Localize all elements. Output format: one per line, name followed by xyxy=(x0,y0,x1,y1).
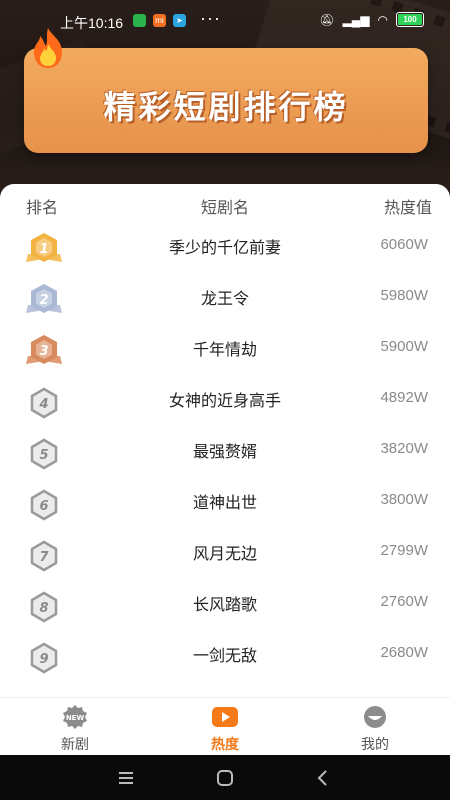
tab-mine-label: 我的 xyxy=(361,736,389,752)
mi-icon: mi xyxy=(153,14,166,27)
banner-title: 精彩短剧排行榜 xyxy=(103,89,349,125)
heat-value: 6060W xyxy=(380,236,428,253)
ranking-list-panel: 排名 短剧名 热度值 1 季少的千亿前妻 6060W 2 龙王令 5980W 3 千年情劫 59… xyxy=(0,184,450,697)
table-row[interactable]: 3 千年情劫 5900W xyxy=(0,326,450,376)
table-row[interactable]: 1 季少的千亿前妻 6060W xyxy=(0,224,450,274)
flame-icon xyxy=(34,28,62,68)
tab-new-label: 新剧 xyxy=(61,736,89,752)
table-row[interactable]: 9 一剑无敌 2680W xyxy=(0,632,450,682)
play-icon xyxy=(212,707,238,727)
system-navigation-bar xyxy=(0,755,450,800)
tab-mine[interactable]: 我的 xyxy=(315,698,435,756)
bottom-tab-bar: NEW 新剧 热度 我的 xyxy=(0,697,450,756)
signal-icon: ▂▄▆ xyxy=(342,12,370,27)
mute-icon: 🔕︎ xyxy=(319,12,335,27)
heat-value: 2799W xyxy=(380,542,428,559)
wifi-icon: ◠ xyxy=(377,12,388,27)
table-row[interactable]: 7 风月无边 2799W xyxy=(0,530,450,580)
heat-value: 3820W xyxy=(380,440,428,457)
table-row[interactable]: 2 龙王令 5980W xyxy=(0,275,450,325)
table-row[interactable]: 4 女神的近身高手 4892W xyxy=(0,377,450,427)
battery-level: 100 xyxy=(398,14,422,25)
header-heat: 热度值 xyxy=(383,200,432,217)
tab-heat-label: 热度 xyxy=(211,736,239,752)
back-icon[interactable] xyxy=(310,765,336,791)
table-row[interactable]: 5 最强赘婿 3820W xyxy=(0,428,450,478)
heat-value: 4892W xyxy=(380,389,428,406)
heat-value: 2680W xyxy=(380,644,428,661)
header: 上午10:16 mi ➤ ··· 🔕︎ ▂▄▆ ◠ 100 精彩短剧排行榜 xyxy=(0,0,450,200)
table-row[interactable]: 6 道神出世 3800W xyxy=(0,479,450,529)
heat-value: 2760W xyxy=(380,593,428,610)
telegram-icon: ➤ xyxy=(173,14,186,27)
more-notifications-icon: ··· xyxy=(200,8,221,28)
profile-icon xyxy=(364,706,386,728)
table-header: 排名 短剧名 热度值 xyxy=(0,194,450,218)
heat-value: 3800W xyxy=(380,491,428,508)
battery-icon: 100 xyxy=(396,12,424,27)
messages-icon xyxy=(133,14,146,27)
ranking-banner: 精彩短剧排行榜 xyxy=(24,48,428,153)
status-indicators: 🔕︎ ▂▄▆ ◠ 100 xyxy=(319,12,424,27)
heat-value: 5980W xyxy=(380,287,428,304)
heat-value: 5900W xyxy=(380,338,428,355)
header-drama-name: 短剧名 xyxy=(200,200,249,217)
home-icon[interactable] xyxy=(212,765,238,791)
svg-text:NEW: NEW xyxy=(66,714,85,722)
menu-icon[interactable] xyxy=(113,765,139,791)
new-badge-icon: NEW xyxy=(63,705,87,729)
tab-heat[interactable]: 热度 xyxy=(165,698,285,756)
tab-new[interactable]: NEW 新剧 xyxy=(15,698,135,756)
table-row[interactable]: 8 长风踏歌 2760W xyxy=(0,581,450,631)
